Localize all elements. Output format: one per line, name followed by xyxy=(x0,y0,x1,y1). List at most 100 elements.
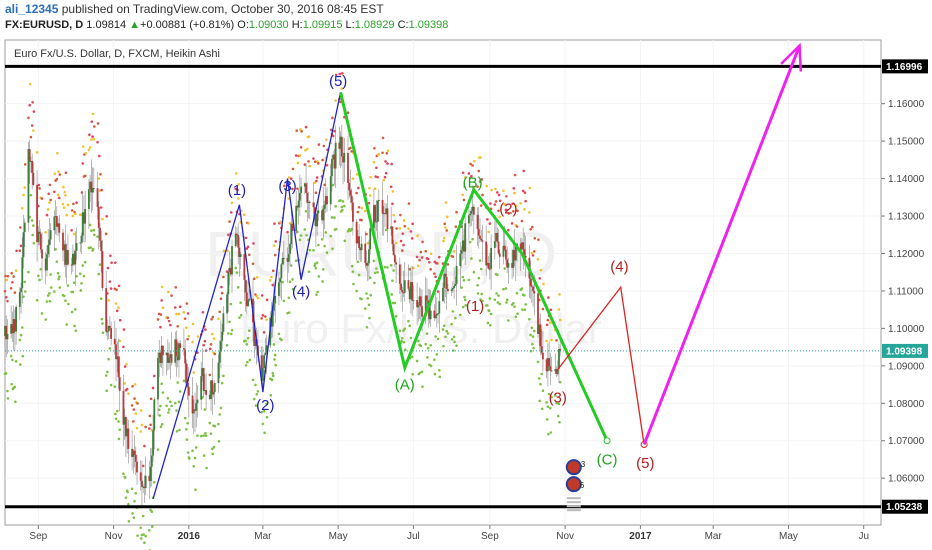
candle-body xyxy=(407,280,410,289)
indicator-dot xyxy=(441,328,445,331)
indicator-dot xyxy=(243,213,246,216)
indicator-dot xyxy=(291,278,294,281)
ohlc-line: FX:EURUSD, D 1.09814 ▲+0.00881 (+0.81%) … xyxy=(5,19,448,31)
indicator-dot xyxy=(212,445,216,449)
indicator-dot xyxy=(131,512,134,515)
indicator-dot xyxy=(210,317,213,321)
indicator-dot xyxy=(246,360,249,364)
indicator-dot xyxy=(375,166,378,170)
candle-body xyxy=(453,286,456,289)
event-flag-icon[interactable] xyxy=(565,476,582,493)
candle-body xyxy=(237,235,240,248)
indicator-dot xyxy=(488,222,492,225)
indicator-dot xyxy=(123,365,127,368)
candle-body xyxy=(417,305,420,308)
indicator-dot xyxy=(19,363,22,366)
indicator-dot xyxy=(479,204,483,207)
indicator-dot xyxy=(519,201,523,205)
candle-body xyxy=(331,158,333,177)
indicator-dot xyxy=(274,363,278,367)
indicator-dot xyxy=(9,286,13,290)
indicator-dot xyxy=(280,338,283,342)
indicator-dot xyxy=(286,230,289,234)
indicator-dot xyxy=(230,328,234,332)
candle-body xyxy=(278,282,280,296)
indicator-dot xyxy=(321,158,324,162)
indicator-dot xyxy=(343,239,347,243)
indicator-dot xyxy=(462,198,466,202)
candle-body xyxy=(316,213,319,227)
indicator-dot xyxy=(528,186,532,190)
indicator-dot xyxy=(98,263,102,266)
candle-body xyxy=(468,215,470,224)
indicator-dot xyxy=(260,294,264,297)
candle-body xyxy=(92,187,95,189)
indicator-dot xyxy=(368,194,372,197)
indicator-dot xyxy=(182,311,186,314)
indicator-dot xyxy=(62,185,65,189)
indicator-dot xyxy=(261,422,265,426)
indicator-dot xyxy=(443,222,447,226)
candle-body xyxy=(247,300,249,307)
indicator-dot xyxy=(402,243,405,247)
price-chart[interactable]: EURUSD, D Euro Fx/U.S. Dollar 1.169961.0… xyxy=(0,38,932,550)
indicator-dot xyxy=(366,241,370,245)
indicator-dot xyxy=(27,116,30,120)
indicator-dot xyxy=(452,335,456,339)
indicator-dot xyxy=(204,328,207,331)
indicator-dot xyxy=(105,214,108,218)
indicator-dot xyxy=(454,316,457,320)
candle-body xyxy=(118,377,121,391)
indicator-dot xyxy=(523,294,526,297)
indicator-dot xyxy=(4,274,7,278)
indicator-dot xyxy=(558,293,561,296)
indicator-dot xyxy=(14,400,17,404)
indicator-dot xyxy=(289,264,293,267)
indicator-dot xyxy=(277,332,281,336)
indicator-dot xyxy=(455,210,458,214)
y-tick-label: 1.14000 xyxy=(888,174,925,185)
indicator-dot xyxy=(341,208,344,212)
indicator-dot xyxy=(317,275,321,278)
indicator-dot xyxy=(99,173,102,176)
indicator-dot xyxy=(71,214,75,218)
indicator-dot xyxy=(159,313,163,316)
indicator-dot xyxy=(160,299,163,302)
indicator-dot xyxy=(14,269,18,272)
indicator-dot xyxy=(363,307,367,310)
indicator-dot xyxy=(32,110,36,113)
x-tick-label: Jul xyxy=(407,531,420,542)
candle-body xyxy=(53,216,56,231)
indicator-dot xyxy=(131,384,134,388)
indicator-dot xyxy=(516,312,519,316)
indicator-dot xyxy=(211,315,215,319)
candle-body xyxy=(550,370,553,372)
indicator-dot xyxy=(204,431,207,435)
indicator-dot xyxy=(505,301,508,304)
candle-body xyxy=(150,455,153,467)
event-flag-icon[interactable] xyxy=(565,459,582,476)
indicator-dot xyxy=(70,229,73,232)
indicator-dot xyxy=(373,187,377,191)
candle-body xyxy=(377,199,380,201)
indicator-dot xyxy=(37,274,40,278)
candle-body xyxy=(381,199,384,214)
indicator-dot xyxy=(115,288,118,292)
indicator-dot xyxy=(331,116,334,120)
indicator-dot xyxy=(20,206,24,210)
candle-body xyxy=(395,262,398,265)
indicator-dot xyxy=(312,249,315,252)
indicator-dot xyxy=(225,343,229,347)
candle-body xyxy=(374,205,377,222)
indicator-dot xyxy=(90,120,94,123)
indicator-dot xyxy=(130,487,134,491)
author-link[interactable]: ali_12345 xyxy=(5,2,58,16)
indicator-dot xyxy=(175,409,178,412)
indicator-dot xyxy=(339,199,342,202)
low-label: L: xyxy=(345,19,355,31)
indicator-dot xyxy=(495,191,499,194)
indicator-dot xyxy=(390,293,393,296)
indicator-dot xyxy=(489,202,492,205)
indicator-dot xyxy=(531,335,535,338)
indicator-dot xyxy=(110,261,113,264)
